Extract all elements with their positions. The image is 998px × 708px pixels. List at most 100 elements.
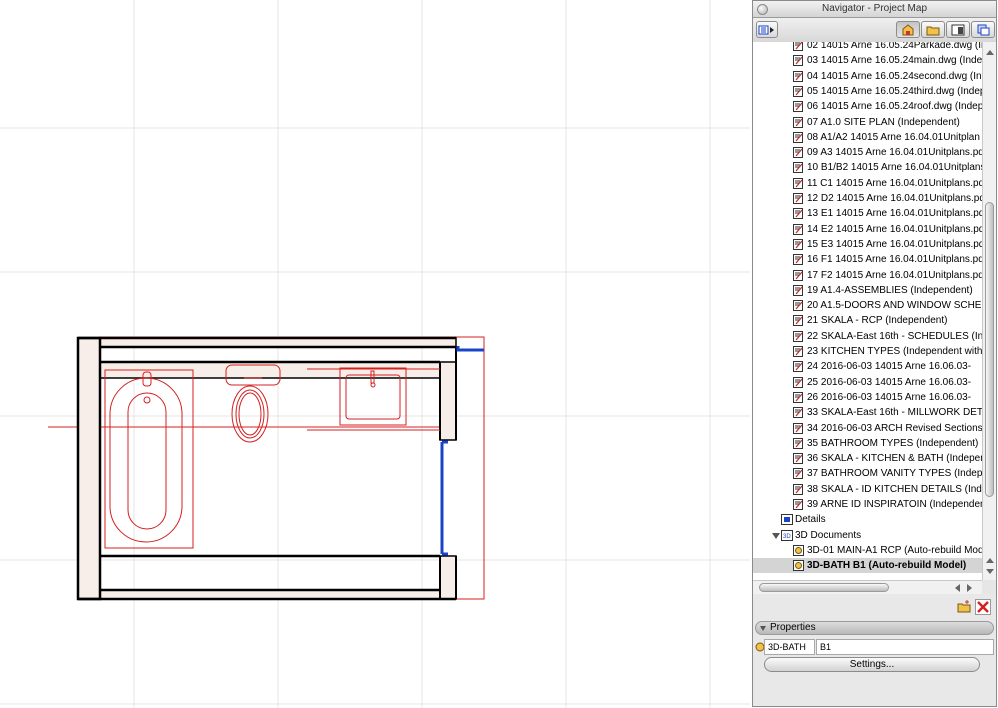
tree-item[interactable]: 06 14015 Arne 16.05.24roof.dwg (Indep [753,99,982,114]
layout-icon [793,499,803,510]
horizontal-scrollbar[interactable] [753,580,982,594]
layout-icon [793,223,803,235]
tree-item[interactable]: 20 A1.5-DOORS AND WINDOW SCHEDU [753,298,982,313]
tree-item[interactable]: 14 E2 14015 Arne 16.04.01Unitplans.pd [753,222,982,237]
tree-item[interactable]: 21 SKALA - RCP (Independent) [753,313,982,328]
scroll-down-arrow-icon[interactable] [986,569,994,574]
tree-item[interactable]: 36 SKALA - KITCHEN & BATH (Independ [753,451,982,466]
property-id-field[interactable]: 3D-BATH [764,639,815,655]
layout-icon [793,208,803,220]
3d-document-icon [793,544,804,556]
tree-item[interactable]: 04 14015 Arne 16.05.24second.dwg (Inde [753,69,982,84]
tree-item[interactable]: 07 A1.0 SITE PLAN (Independent) [753,115,982,130]
tree-item-label: 3D Documents [795,529,862,541]
project-map-tree[interactable]: 02 14015 Arne 16.05.24Parkade.dwg (Ind 03… [753,42,982,580]
tree-item-label: 08 A1/A2 14015 Arne 16.04.01Unitplan [807,131,980,143]
tree-item-label: 3D-01 MAIN-A1 RCP (Auto-rebuild Mod [807,544,982,556]
tree-item[interactable]: 39 ARNE ID INSPIRATOIN (Independent) [753,497,982,512]
new-folder-button[interactable] [956,599,972,615]
navigator-titlebar[interactable]: Navigator - Project Map [753,1,996,18]
tree-item-label: 38 SKALA - ID KITCHEN DETAILS (Indep [807,483,982,495]
layout-icon [793,193,803,204]
tree-item[interactable]: 03 14015 Arne 16.05.24main.dwg (Indepe [753,53,982,68]
tree-item[interactable]: 22 SKALA-East 16th - SCHEDULES (Inde [753,329,982,344]
tree-item-3d-document[interactable]: 3D-BATH B1 (Auto-rebuild Model) [753,558,982,574]
tree-folder-3d-documents[interactable]: 3D 3D Documents [753,528,982,543]
scroll-left-arrow-icon[interactable] [955,584,960,592]
tree-item[interactable]: 09 A3 14015 Arne 16.04.01Unitplans.pd [753,145,982,160]
tree-item[interactable]: 11 C1 14015 Arne 16.04.01Unitplans.pd [753,176,982,191]
property-name-field[interactable]: B1 [816,639,994,655]
tree-item-label: 36 SKALA - KITCHEN & BATH (Independ [807,453,982,465]
layout-icon [793,70,803,82]
tree-item-label: 12 D2 14015 Arne 16.04.01Unitplans.pd [807,193,982,204]
tree-item-label: 14 E2 14015 Arne 16.04.01Unitplans.pd [807,223,982,235]
settings-button[interactable]: Settings... [764,657,980,672]
tree-item[interactable]: 26 2016-06-03 14015 Arne 16.06.03- [753,390,982,405]
scroll-right-arrow-icon[interactable] [967,584,972,592]
tree-item[interactable]: 24 2016-06-03 14015 Arne 16.06.03- [753,359,982,374]
3d-document-icon [793,560,804,572]
tree-item[interactable]: 25 2016-06-03 14015 Arne 16.06.03- [753,375,982,390]
tree-item[interactable]: 17 F2 14015 Arne 16.04.01Unitplans.pd [753,268,982,283]
disclosure-triangle-icon[interactable] [760,626,766,631]
tree-item-label: 20 A1.5-DOORS AND WINDOW SCHEDU [807,300,982,312]
tree-item[interactable]: 05 14015 Arne 16.05.24third.dwg (Indep [753,84,982,99]
tree-item-details[interactable]: Details [753,512,982,527]
tree-item-3d-document[interactable]: 3D-01 MAIN-A1 RCP (Auto-rebuild Mod [753,543,982,558]
properties-header[interactable]: Properties [755,621,994,635]
tree-item[interactable]: 13 E1 14015 Arne 16.04.01Unitplans.pd [753,206,982,221]
tree-item[interactable]: 16 F1 14015 Arne 16.04.01Unitplans.pd [753,252,982,267]
tree-item-label: 39 ARNE ID INSPIRATOIN (Independent) [807,499,982,510]
properties-label: Properties [770,622,816,633]
tree-item[interactable]: 12 D2 14015 Arne 16.04.01Unitplans.pd [753,191,982,206]
publisher-sets-tab[interactable] [971,21,995,38]
close-icon[interactable] [757,4,768,15]
layout-icon [793,238,803,250]
disclosure-triangle-icon[interactable] [772,532,780,539]
vertical-scroll-thumb[interactable] [985,202,994,497]
delete-button[interactable] [975,599,991,615]
layout-icon [793,131,803,143]
layout-icon [793,361,803,373]
tree-item[interactable]: 38 SKALA - ID KITCHEN DETAILS (Indep [753,482,982,497]
tree-item[interactable]: 08 A1/A2 14015 Arne 16.04.01Unitplan [753,130,982,145]
scroll-up-arrow-icon-2[interactable] [986,558,994,563]
layout-icon [793,422,803,434]
tree-item-label: 21 SKALA - RCP (Independent) [807,315,948,327]
navigator-palette[interactable]: Navigator - Project Map 02 14015 Arne 16… [752,0,997,707]
scroll-up-arrow-icon[interactable] [986,50,994,55]
tree-item-label: 26 2016-06-03 14015 Arne 16.06.03- [807,391,972,403]
tree-item[interactable]: 10 B1/B2 14015 Arne 16.04.01Unitplans.p [753,160,982,175]
bathtub[interactable] [104,369,194,549]
tree-item[interactable]: 19 A1.4-ASSEMBLIES (Independent) [753,283,982,298]
layout-icon [793,407,803,419]
layout-icon [793,269,803,281]
navigator-menu-icon [758,25,774,34]
horizontal-scroll-thumb[interactable] [759,583,889,592]
layout-icon [793,346,803,357]
vertical-scrollbar[interactable] [982,42,996,580]
tree-item[interactable]: 33 SKALA-East 16th - MILLWORK DETAI [753,405,982,420]
tree-item[interactable]: 23 KITCHEN TYPES (Independent with M [753,344,982,359]
project-map-tab[interactable] [896,21,920,38]
project-map-icon [902,23,914,35]
tree-item[interactable]: 15 E3 14015 Arne 16.04.01Unitplans.pd [753,237,982,252]
tree-item-label: 03 14015 Arne 16.05.24main.dwg (Indepe [807,55,982,67]
3d-documents-folder-icon: 3D [781,529,793,541]
properties-row: 3D-BATH B1 [753,639,996,656]
tree-item[interactable]: 34 2016-06-03 ARCH Revised Sections [753,421,982,436]
navigator-menu-button[interactable] [756,21,778,38]
tree-item[interactable]: 35 BATHROOM TYPES (Independent) [753,436,982,451]
tree-item-label: 17 F2 14015 Arne 16.04.01Unitplans.pd [807,269,982,281]
floor-plan-drawing[interactable] [0,0,750,708]
tree-item-label: 04 14015 Arne 16.05.24second.dwg (Inde [807,70,982,82]
tree-item[interactable]: 37 BATHROOM VANITY TYPES (Indepen [753,466,982,481]
tree-item-label: 10 B1/B2 14015 Arne 16.04.01Unitplans.p [807,162,982,174]
layout-icon [793,147,803,159]
view-map-tab[interactable] [921,21,945,38]
drawing-canvas[interactable] [0,0,750,708]
layout-book-tab[interactable] [946,21,970,38]
tree-item[interactable]: 02 14015 Arne 16.05.24Parkade.dwg (Ind [753,42,982,53]
tree-item-label: 16 F1 14015 Arne 16.04.01Unitplans.pd [807,254,982,266]
